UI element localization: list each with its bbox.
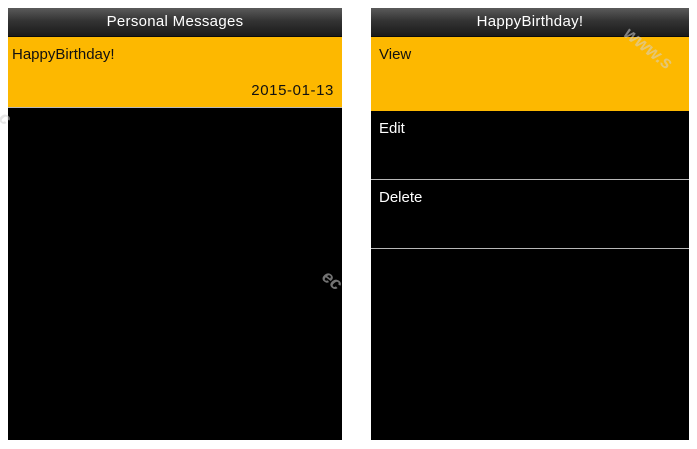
personal-messages-screen: Personal Messages HappyBirthday! 2015-01…	[8, 8, 342, 440]
message-subject: HappyBirthday!	[12, 46, 115, 63]
edit-label: Edit	[379, 120, 405, 137]
message-date: 2015-01-13	[251, 82, 334, 99]
message-item[interactable]: HappyBirthday! 2015-01-13	[8, 37, 342, 108]
view-label: View	[379, 46, 412, 63]
screen-title: Personal Messages	[8, 8, 342, 37]
message-options-screen: HappyBirthday! View Edit Delete	[371, 8, 689, 440]
edit-menu-item[interactable]: Edit	[371, 111, 689, 180]
delete-menu-item[interactable]: Delete	[371, 180, 689, 249]
delete-label: Delete	[379, 189, 423, 206]
screen-title: HappyBirthday!	[371, 8, 689, 37]
view-menu-item[interactable]: View	[371, 37, 689, 111]
